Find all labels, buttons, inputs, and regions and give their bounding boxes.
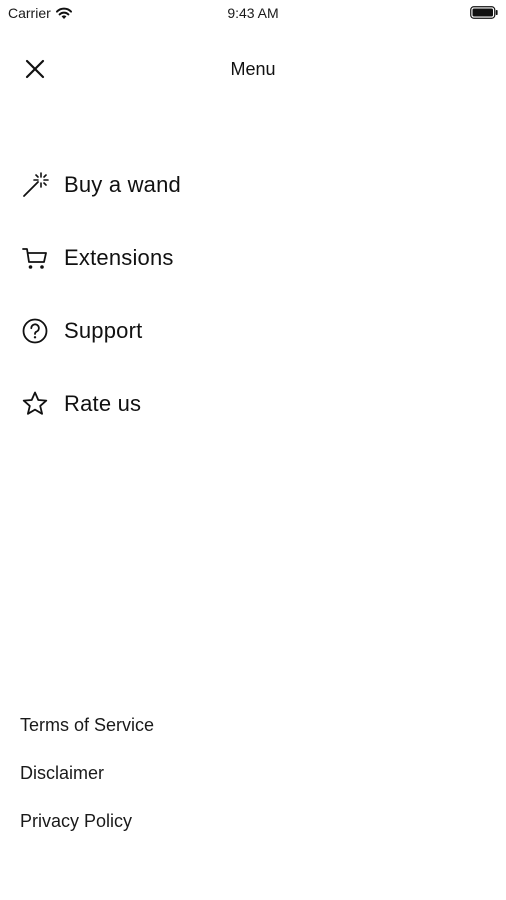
- star-icon: [20, 389, 50, 419]
- menu-screen: Carrier 9:43 AM Menu Buy a wand Extensio…: [0, 0, 506, 900]
- disclaimer-link[interactable]: Disclaimer: [20, 752, 154, 800]
- nav-header: Menu: [0, 44, 506, 94]
- menu-item-support[interactable]: Support: [0, 294, 506, 367]
- privacy-policy-link[interactable]: Privacy Policy: [20, 800, 154, 848]
- status-time: 9:43 AM: [227, 5, 279, 21]
- shopping-cart-icon: [20, 243, 50, 273]
- menu-item-label: Rate us: [64, 390, 142, 416]
- menu-item-extensions[interactable]: Extensions: [0, 221, 506, 294]
- menu-item-rate-us[interactable]: Rate us: [0, 367, 506, 440]
- question-circle-icon: [20, 316, 50, 346]
- page-title: Menu: [230, 59, 276, 79]
- battery-icon: [470, 6, 498, 19]
- menu-item-label: Support: [64, 317, 143, 343]
- footer-links: Terms of Service Disclaimer Privacy Poli…: [20, 704, 154, 848]
- menu-item-label: Buy a wand: [64, 171, 181, 197]
- terms-of-service-link[interactable]: Terms of Service: [20, 704, 154, 752]
- magic-wand-icon: [20, 170, 50, 200]
- status-bar: Carrier 9:43 AM: [0, 0, 506, 26]
- menu-item-buy-a-wand[interactable]: Buy a wand: [0, 148, 506, 221]
- menu-item-label: Extensions: [64, 244, 174, 270]
- menu-list: Buy a wand Extensions Support Rate us: [0, 148, 506, 440]
